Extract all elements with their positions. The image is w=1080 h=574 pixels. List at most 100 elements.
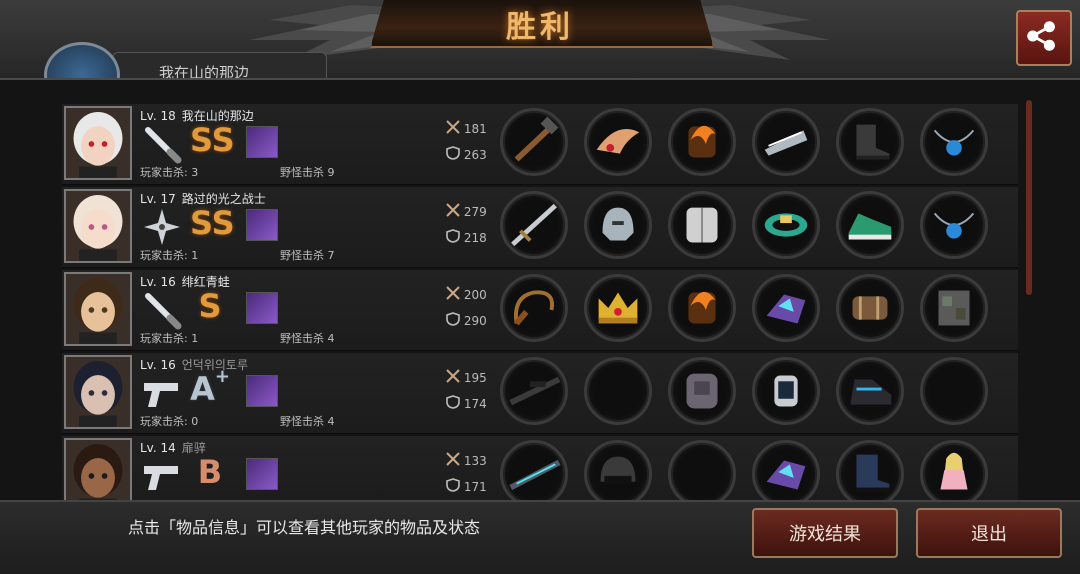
skill-icon [246,458,278,490]
item-slot-tech-boots[interactable] [836,357,904,425]
skill-icon [246,375,278,407]
pendant-icon [933,212,975,239]
watch-icon [774,375,798,407]
attack-stat: 200 [446,286,487,303]
monster-kills: 野怪击杀 4 [280,415,335,428]
item-slot-dark-armor[interactable] [668,357,736,425]
tactical-helmet-icon [600,456,636,484]
dark-armor-icon [686,373,718,409]
game-result-button[interactable]: 游戏结果 [752,508,898,558]
shield-icon [446,395,460,412]
defense-stat: 171 [446,478,487,495]
item-slot-pendant[interactable] [920,108,988,176]
item-slot-empty[interactable] [920,357,988,425]
player-row[interactable]: Lv. 14 扉骍 B 133 171 [62,436,1018,501]
player-row[interactable]: Lv. 17 路过的光之战士 SS 玩家击杀: 1 野怪击杀 7 279 218 [62,187,1018,268]
player-portrait[interactable] [64,438,132,500]
player-kills: 玩家击杀: 3 [140,166,199,179]
item-slot-doll[interactable] [920,440,988,500]
helmet-icon [602,207,634,241]
item-slot-laser-rifle[interactable] [500,440,568,500]
pendant-icon [933,129,975,156]
fire-armor-icon [688,125,716,158]
crossed-swords-icon [446,452,460,469]
item-slot-fire-armor[interactable] [668,274,736,342]
player-row[interactable]: Lv. 16 绯红青蛙 S 玩家击杀: 1 野怪击杀 4 200 290 [62,270,1018,351]
monster-kills: 野怪击杀 9 [280,166,335,179]
player-portrait[interactable] [64,189,132,263]
attack-stat: 195 [446,369,487,386]
item-slot-tactical-helmet[interactable] [584,440,652,500]
skill-icon [246,209,278,241]
item-slot-whip[interactable] [500,274,568,342]
player-level: Lv. 18 [140,109,176,123]
defense-stat: 263 [446,146,487,163]
shield-icon [446,229,460,246]
item-slot-ruin-block[interactable] [920,274,988,342]
item-slot-plate-armor[interactable] [668,191,736,259]
item-slot-hammer[interactable] [500,108,568,176]
item-slot-fire-armor[interactable] [668,108,736,176]
item-slot-bracelet[interactable] [752,191,820,259]
item-slot-crown[interactable] [584,274,652,342]
defense-stat: 174 [446,395,487,412]
empty-icon [671,443,733,501]
shield-icon [446,146,460,163]
ruin-block-icon [938,290,970,326]
item-slot-combat-boots[interactable] [836,440,904,500]
item-slot-crystal-gauntlet[interactable] [752,274,820,342]
pistol-icon [140,373,184,413]
item-slot-sniper-rifle[interactable] [500,357,568,425]
scroll-bracer-icon [852,296,888,320]
bracelet-icon [764,213,808,237]
player-kills: 玩家击杀: 0 [140,415,199,428]
skill-icon [246,292,278,324]
item-slot-blade-bracer[interactable] [752,108,820,176]
shield-icon [446,312,460,329]
whip-icon [514,290,554,326]
player-portrait[interactable] [64,355,132,429]
player-portrait[interactable] [64,106,132,180]
player-portrait[interactable] [64,272,132,346]
scrollbar[interactable] [1026,100,1032,295]
item-slot-crystal-gauntlet[interactable] [752,440,820,500]
share-button[interactable] [1016,10,1072,66]
item-slot-helmet[interactable] [584,191,652,259]
crown-icon [598,292,638,324]
item-info-hint: 点击「物品信息」可以查看其他玩家的物品及状态 [128,518,481,537]
grade-badge: A+ [190,366,230,409]
empty-icon [923,360,985,422]
grade-badge: SS [190,204,235,242]
item-slot-pendant[interactable] [920,191,988,259]
doll-icon [940,452,968,490]
empty-icon [587,360,649,422]
shuriken-icon [140,207,184,247]
player-level: Lv. 17 [140,192,176,206]
item-slot-watch[interactable] [752,357,820,425]
player-row[interactable]: Lv. 18 我在山的那边 SS 玩家击杀: 3 野怪击杀 9 181 263 [62,104,1018,185]
item-slot-boots[interactable] [836,108,904,176]
item-slot-empty[interactable] [584,357,652,425]
victory-title: 胜利 [506,10,574,45]
baseball-bat-icon [140,290,184,330]
player-level: Lv. 16 [140,358,176,372]
player-kills: 玩家击杀: 1 [140,332,199,345]
fire-armor-icon [688,291,716,324]
shield-icon [446,478,460,495]
crystal-gauntlet-icon [766,294,806,324]
skill-icon [246,126,278,158]
player-row[interactable]: Lv. 16 언덕위의토루 A+ 玩家击杀: 0 野怪击杀 4 195 174 [62,353,1018,434]
item-slot-scroll-bracer[interactable] [836,274,904,342]
monster-kills: 野怪击杀 4 [280,332,335,345]
grade-badge: SS [190,121,235,159]
item-slot-sword[interactable] [500,191,568,259]
exit-button[interactable]: 退出 [916,508,1062,558]
item-slot-empty[interactable] [668,440,736,501]
attack-stat: 133 [446,452,487,469]
crossed-swords-icon [446,120,460,137]
grade-badge: S [198,287,222,325]
hammer-icon [514,116,559,162]
item-slot-wing-crown[interactable] [584,108,652,176]
item-slot-sneakers[interactable] [836,191,904,259]
plate-armor-icon [686,207,718,243]
